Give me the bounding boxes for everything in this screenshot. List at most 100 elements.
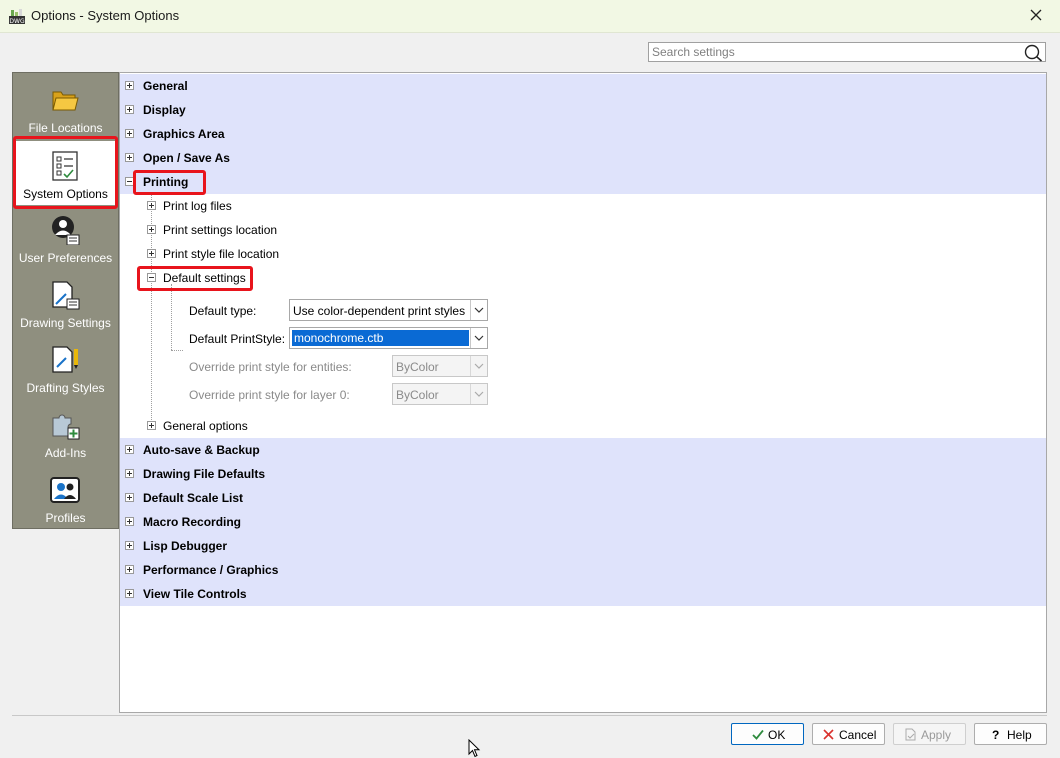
tree-category-open-save-as[interactable]: Open / Save As [120,146,1046,170]
tree-category-drawing-file-defaults[interactable]: Drawing File Defaults [120,462,1046,486]
sidebar-item-label: User Preferences [18,251,113,265]
tree-item-label: Default settings [163,271,246,285]
sidebar-item-drafting-styles[interactable]: Drafting Styles [13,335,118,399]
sidebar-item-file-locations[interactable]: File Locations [13,75,118,139]
override-entities-label: Override print style for entities: [189,360,352,374]
tree-item-label: General options [163,419,248,433]
tree-category-default-scale-list[interactable]: Default Scale List [120,486,1046,510]
dropdown-arrow[interactable] [470,300,487,320]
search-icon[interactable] [1023,44,1043,62]
tree-category-general[interactable]: General [120,74,1046,98]
category-label: Graphics Area [143,127,225,141]
override-layer0-value: ByColor [396,388,439,402]
expand-icon[interactable] [125,153,134,162]
category-label: View Tile Controls [143,587,247,601]
tree-category-lisp-debugger[interactable]: Lisp Debugger [120,534,1046,558]
tree-connector [171,350,183,351]
sidebar-item-label: Profiles [45,511,86,525]
settings-tree: General Display Graphics Area Open / Sav… [119,72,1047,713]
help-icon: ? [992,728,1000,742]
chevron-down-icon [474,307,484,313]
tree-category-performance-graphics[interactable]: Performance / Graphics [120,558,1046,582]
tree-item-general-options[interactable]: General options [120,414,1046,438]
window-title: Options - System Options [31,8,180,23]
dropdown-arrow[interactable] [470,328,487,348]
tree-category-auto-save-backup[interactable]: Auto-save & Backup [120,438,1046,462]
close-button[interactable] [1014,0,1060,32]
expand-icon[interactable] [147,421,156,430]
expand-icon[interactable] [125,129,134,138]
search-input[interactable] [649,43,1019,61]
expand-icon[interactable] [125,469,134,478]
category-label: Performance / Graphics [143,563,279,577]
chevron-down-icon [474,391,484,397]
mouse-cursor-icon [468,739,481,758]
collapse-icon[interactable] [125,177,134,186]
profiles-icon [50,477,80,503]
folder-icon [52,91,79,111]
default-printstyle-value: monochrome.ctb [292,330,469,346]
apply-button[interactable]: Apply [893,723,966,745]
expand-icon[interactable] [125,589,134,598]
sidebar-item-add-ins[interactable]: Add-Ins [13,400,118,464]
tree-category-display[interactable]: Display [120,98,1046,122]
ok-label: OK [768,728,786,742]
default-type-label: Default type: [189,304,257,318]
cancel-label: Cancel [839,728,877,742]
app-logo-icon: DWG [9,9,25,24]
help-button[interactable]: ? Help [974,723,1047,745]
expand-icon[interactable] [147,201,156,210]
sidebar-item-system-options[interactable]: System Options [13,141,118,205]
tree-item-print-settings-location[interactable]: Print settings location [120,218,1046,242]
category-label: Default Scale List [143,491,244,505]
category-label: Open / Save As [143,151,230,165]
tree-category-graphics-area[interactable]: Graphics Area [120,122,1046,146]
drawing-settings-icon [52,281,80,310]
drafting-styles-icon [52,346,78,373]
override-entities-dropdown: ByColor [392,355,488,377]
sidebar-item-label: System Options [23,187,108,201]
expand-icon[interactable] [125,541,134,550]
sidebar-item-user-preferences[interactable]: User Preferences [13,205,118,269]
expand-icon[interactable] [125,81,134,90]
apply-icon [905,728,916,741]
tree-category-view-tile-controls[interactable]: View Tile Controls [120,582,1046,606]
tree-item-print-style-file-location[interactable]: Print style file location [120,242,1046,266]
expand-icon[interactable] [125,105,134,114]
sidebar-item-drawing-settings[interactable]: Drawing Settings [13,270,118,334]
category-label: Drawing File Defaults [143,467,266,481]
tree-category-printing[interactable]: Printing [120,170,1046,194]
expand-icon[interactable] [147,225,156,234]
tree-item-label: Print settings location [163,223,278,237]
search-box[interactable] [648,42,1046,62]
footer-divider [12,715,1047,716]
collapse-icon[interactable] [147,273,156,282]
category-label: Auto-save & Backup [143,443,260,457]
tree-item-print-log-files[interactable]: Print log files [120,194,1046,218]
expand-icon[interactable] [125,517,134,526]
expand-icon[interactable] [125,565,134,574]
close-icon [823,729,834,740]
expand-icon[interactable] [147,249,156,258]
default-type-dropdown[interactable]: Use color-dependent print styles [289,299,488,321]
tree-item-label: Print style file location [163,247,280,261]
apply-label: Apply [921,728,952,742]
checkmark-icon [752,729,764,740]
ok-button[interactable]: OK [731,723,804,745]
category-label: Macro Recording [143,515,242,529]
override-entities-value: ByColor [396,360,439,374]
tree-item-label: Print log files [163,199,232,213]
sidebar-item-profiles[interactable]: Profiles [13,465,118,529]
expand-icon[interactable] [125,493,134,502]
tree-connector [171,284,172,350]
expand-icon[interactable] [125,445,134,454]
options-sidebar: File Locations System Options User Prefe… [12,72,119,529]
sidebar-item-label: Drafting Styles [26,381,105,395]
default-printstyle-dropdown[interactable]: monochrome.ctb [289,327,488,349]
cancel-button[interactable]: Cancel [812,723,885,745]
category-label: Lisp Debugger [143,539,228,553]
title-bar: DWG Options - System Options [0,0,1060,33]
override-layer0-label: Override print style for layer 0: [189,388,350,402]
tree-item-default-settings[interactable]: Default settings [120,266,1046,290]
tree-category-macro-recording[interactable]: Macro Recording [120,510,1046,534]
